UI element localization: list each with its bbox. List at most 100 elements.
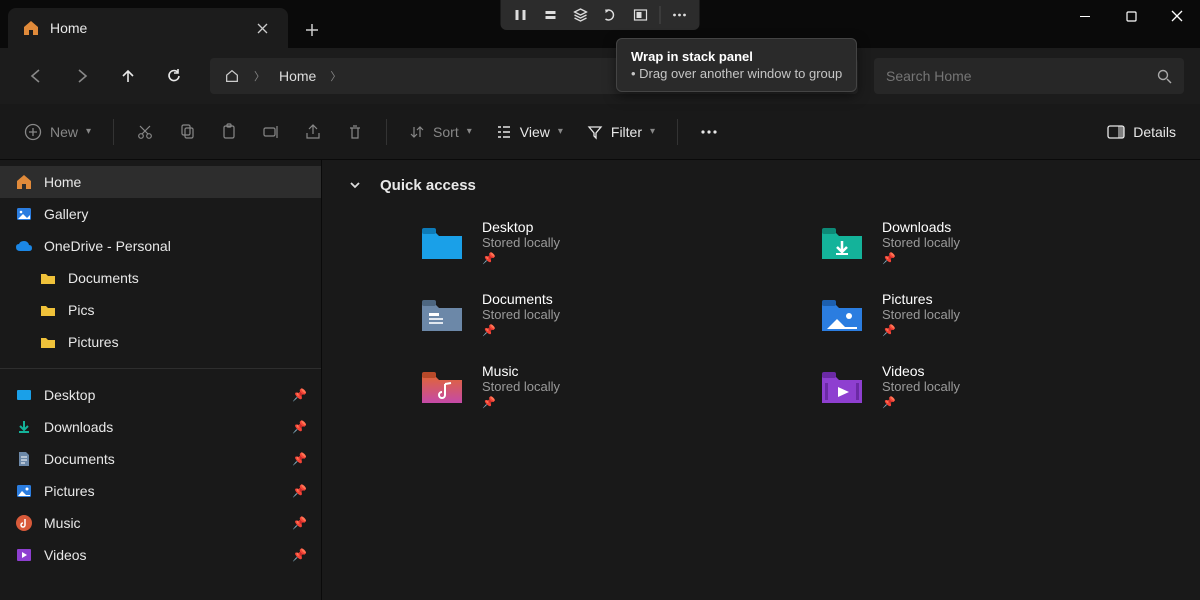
gallery-icon: [14, 204, 34, 224]
layers-icon[interactable]: [567, 4, 595, 26]
sidebar-item-onedrive-pictures[interactable]: Pictures: [0, 326, 321, 358]
search-input[interactable]: [886, 68, 1157, 84]
refresh-button[interactable]: [154, 56, 194, 96]
pin-icon: 📌: [292, 484, 307, 498]
chevron-right-icon[interactable]: 〉: [254, 68, 265, 84]
desktop-folder-icon: [418, 218, 466, 266]
pin-icon: 📌: [292, 516, 307, 530]
sidebar-item-label: Music: [44, 515, 282, 531]
wrap-icon[interactable]: [597, 4, 625, 26]
copy-button[interactable]: [168, 114, 206, 150]
chevron-right-icon[interactable]: 〉: [330, 68, 341, 84]
maximize-button[interactable]: [1108, 0, 1154, 32]
pin-icon: 📌: [292, 420, 307, 434]
main-content: Quick access Desktop Stored locally 📌 Do…: [322, 160, 1200, 600]
sidebar: Home Gallery OneDrive - Personal Documen…: [0, 160, 322, 600]
item-sub: Stored locally: [482, 307, 560, 322]
close-button[interactable]: [1154, 0, 1200, 32]
download-icon: [14, 417, 34, 437]
filter-button[interactable]: Filter ▾: [577, 114, 665, 150]
video-icon: [14, 545, 34, 565]
minimize-button[interactable]: [1062, 0, 1108, 32]
rename-button[interactable]: [252, 114, 290, 150]
sidebar-group-top: Home Gallery OneDrive - Personal Documen…: [0, 160, 321, 364]
pin-icon: 📌: [292, 548, 307, 562]
sidebar-item-music[interactable]: Music 📌: [0, 507, 321, 539]
separator: [386, 119, 387, 145]
sidebar-item-videos[interactable]: Videos 📌: [0, 539, 321, 571]
sort-label: Sort: [433, 124, 459, 140]
sidebar-item-documents[interactable]: Documents 📌: [0, 443, 321, 475]
pin-icon: 📌: [882, 252, 960, 265]
pause-icon[interactable]: [507, 4, 535, 26]
sidebar-item-label: Gallery: [44, 206, 307, 222]
more-icon[interactable]: [666, 4, 694, 26]
tab-home[interactable]: Home: [8, 8, 288, 48]
sidebar-item-onedrive-pics[interactable]: Pics: [0, 294, 321, 326]
pin-icon: 📌: [482, 324, 560, 337]
sidebar-item-desktop[interactable]: Desktop 📌: [0, 379, 321, 411]
filter-label: Filter: [611, 124, 642, 140]
home-icon: [22, 19, 40, 37]
music-icon: [14, 513, 34, 533]
item-sub: Stored locally: [482, 379, 560, 394]
share-button[interactable]: [294, 114, 332, 150]
details-pane-icon: [1107, 125, 1125, 139]
plus-circle-icon: [24, 123, 42, 141]
document-icon: [14, 449, 34, 469]
chevron-down-icon: ▾: [650, 126, 655, 137]
pictures-folder-icon: [818, 290, 866, 338]
breadcrumb-item[interactable]: Home: [279, 68, 316, 84]
top-control-strip: [501, 0, 700, 30]
quick-access-pictures[interactable]: Pictures Stored locally 📌: [814, 286, 1174, 342]
quick-access-desktop[interactable]: Desktop Stored locally 📌: [414, 214, 774, 270]
new-button[interactable]: New ▾: [14, 114, 101, 150]
back-button[interactable]: [16, 56, 56, 96]
sidebar-item-gallery[interactable]: Gallery: [0, 198, 321, 230]
downloads-folder-icon: [818, 218, 866, 266]
quick-access-music[interactable]: Music Stored locally 📌: [414, 358, 774, 414]
home-icon: [224, 68, 240, 84]
search-icon[interactable]: [1157, 69, 1172, 84]
forward-button[interactable]: [62, 56, 102, 96]
item-name: Pictures: [882, 291, 960, 307]
quick-access-downloads[interactable]: Downloads Stored locally 📌: [814, 214, 1174, 270]
quick-access-videos[interactable]: Videos Stored locally 📌: [814, 358, 1174, 414]
sidebar-item-label: OneDrive - Personal: [44, 238, 307, 254]
view-label: View: [520, 124, 550, 140]
item-sub: Stored locally: [482, 235, 560, 250]
item-sub: Stored locally: [882, 235, 960, 250]
chevron-down-icon[interactable]: [344, 174, 366, 196]
sidebar-item-home[interactable]: Home: [0, 166, 321, 198]
sidebar-item-pictures[interactable]: Pictures 📌: [0, 475, 321, 507]
folder-icon: [38, 300, 58, 320]
tab-close-button[interactable]: [250, 16, 274, 40]
quick-access-documents[interactable]: Documents Stored locally 📌: [414, 286, 774, 342]
view-button[interactable]: View ▾: [486, 114, 573, 150]
sidebar-item-label: Pictures: [68, 334, 307, 350]
sidebar-item-onedrive-documents[interactable]: Documents: [0, 262, 321, 294]
paste-button[interactable]: [210, 114, 248, 150]
delete-button[interactable]: [336, 114, 374, 150]
tooltip-title: Wrap in stack panel: [631, 49, 842, 64]
sort-button[interactable]: Sort ▾: [399, 114, 482, 150]
sidebar-item-onedrive[interactable]: OneDrive - Personal: [0, 230, 321, 262]
cut-button[interactable]: [126, 114, 164, 150]
equal-icon[interactable]: [537, 4, 565, 26]
snap-icon[interactable]: [627, 4, 655, 26]
view-icon: [496, 124, 512, 140]
new-tab-button[interactable]: [294, 12, 330, 48]
up-button[interactable]: [108, 56, 148, 96]
search-box[interactable]: [874, 58, 1184, 94]
more-button[interactable]: [690, 114, 728, 150]
quick-access-header[interactable]: Quick access: [344, 174, 1178, 196]
separator: [660, 6, 661, 24]
pin-icon: 📌: [482, 396, 560, 409]
pictures-icon: [14, 481, 34, 501]
details-button[interactable]: Details: [1097, 114, 1186, 150]
filter-icon: [587, 124, 603, 140]
pin-icon: 📌: [292, 452, 307, 466]
sidebar-item-label: Pics: [68, 302, 307, 318]
sidebar-item-downloads[interactable]: Downloads 📌: [0, 411, 321, 443]
item-name: Videos: [882, 363, 960, 379]
